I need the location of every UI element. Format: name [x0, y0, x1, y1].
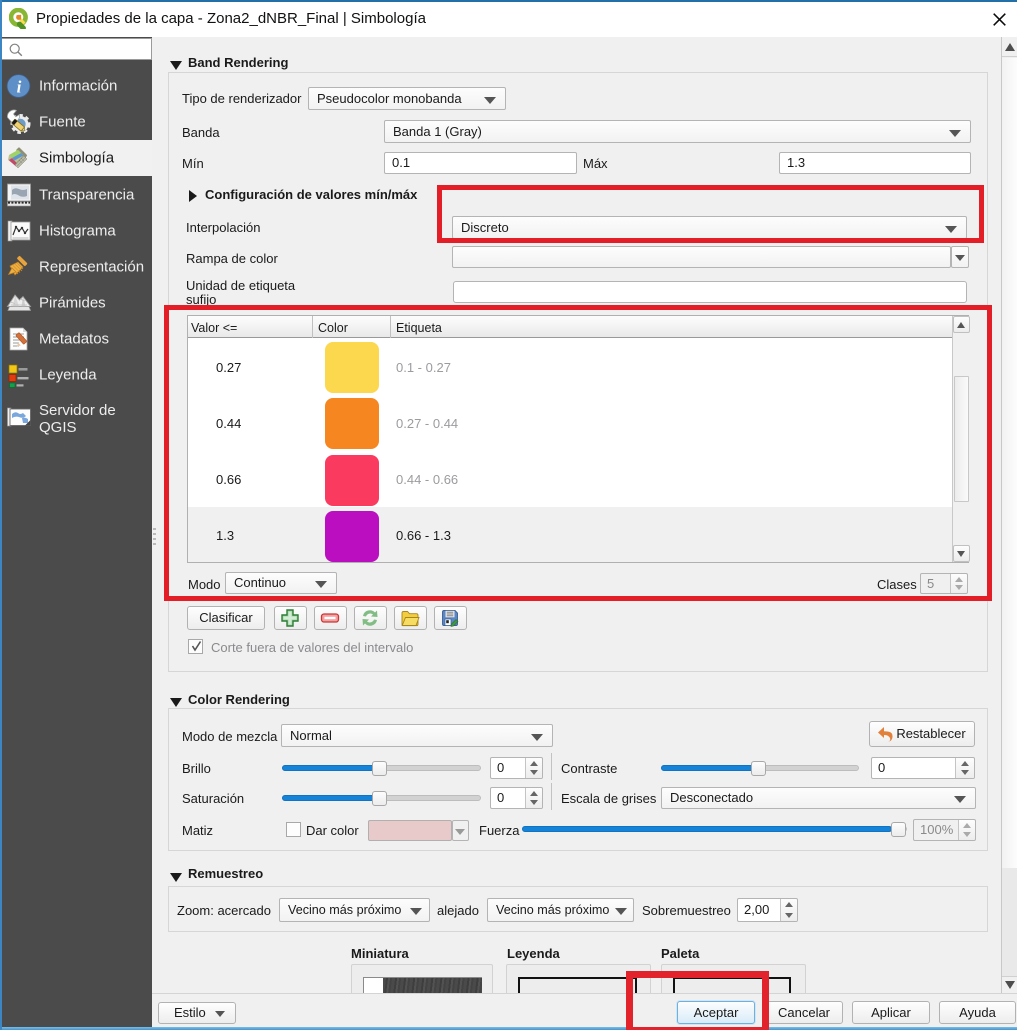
- svg-text:i: i: [17, 78, 22, 97]
